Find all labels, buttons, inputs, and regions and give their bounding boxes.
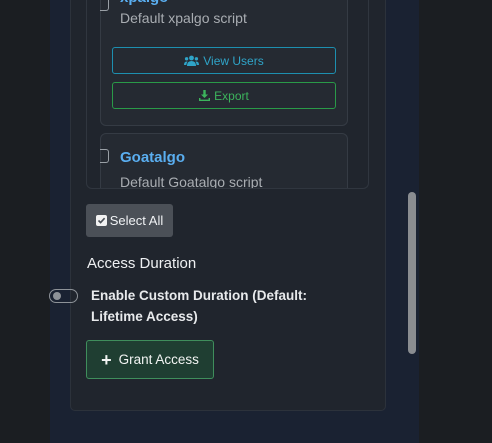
script-card-xpalgo: xpalgo Default xpalgo script View Users … — [100, 0, 348, 126]
select-all-button[interactable]: Select All — [86, 204, 173, 237]
script-checkbox[interactable] — [100, 0, 109, 11]
script-list[interactable]: xpalgo Default xpalgo script View Users … — [86, 0, 369, 189]
download-icon — [199, 90, 211, 101]
toggle-knob — [53, 292, 61, 300]
export-label: Export — [214, 88, 249, 103]
users-icon — [184, 55, 200, 66]
grant-access-label: Grant Access — [118, 352, 199, 367]
view-users-label: View Users — [203, 53, 264, 68]
view-users-button[interactable]: View Users — [112, 47, 336, 74]
custom-duration-label: Enable Custom Duration (Default: Lifetim… — [91, 288, 308, 324]
scrollbar-thumb[interactable] — [408, 192, 416, 354]
script-checkbox[interactable] — [100, 149, 109, 163]
script-card-goatalgo: Goatalgo Default Goatalgo script — [100, 133, 348, 189]
access-duration-heading: Access Duration — [87, 255, 197, 272]
grant-access-button[interactable]: + Grant Access — [86, 340, 214, 379]
plus-icon: + — [101, 349, 112, 370]
script-description: Default Goatalgo script — [120, 174, 263, 189]
script-title: Goatalgo — [120, 149, 186, 166]
script-description: Default xpalgo script — [120, 10, 247, 26]
script-title: xpalgo — [120, 0, 168, 6]
export-button[interactable]: Export — [112, 82, 336, 109]
checkbox-icon — [95, 215, 107, 226]
custom-duration-toggle[interactable] — [49, 289, 78, 303]
select-all-label: Select All — [109, 213, 164, 228]
